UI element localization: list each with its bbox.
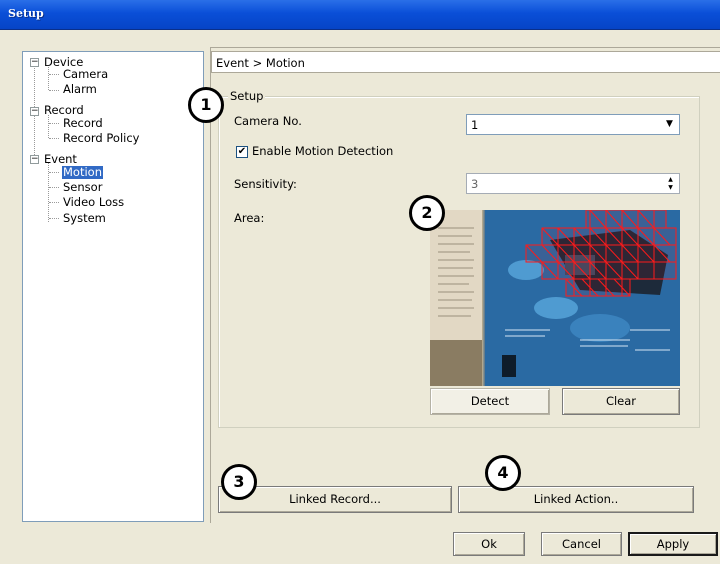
cancel-button[interactable]: Cancel — [541, 532, 622, 556]
ok-button-label: Ok — [481, 537, 497, 551]
tree-item-alarm[interactable]: Alarm — [63, 83, 97, 96]
tree-connector — [49, 202, 59, 203]
tree-item-camera[interactable]: Camera — [63, 68, 108, 81]
camera-no-label: Camera No. — [234, 114, 302, 128]
tree-connector — [49, 187, 59, 188]
clear-button[interactable]: Clear — [562, 388, 680, 415]
breadcrumb: Event > Motion — [211, 51, 720, 73]
tree-connector — [48, 67, 49, 90]
enable-motion-checkbox[interactable]: ✔ — [236, 146, 248, 158]
sensitivity-spinner[interactable]: 3 ▲ ▼ — [466, 173, 680, 194]
callout-2-badge: 2 — [409, 195, 445, 231]
tree-connector — [49, 123, 59, 124]
tree-connector — [48, 115, 49, 138]
sensitivity-value: 3 — [471, 177, 479, 191]
setup-window: Setup − Device Camera Alarm − Record Rec… — [0, 0, 720, 564]
camera-image — [430, 210, 680, 386]
tree-item-motion[interactable]: Motion — [62, 166, 103, 179]
callout-4-badge: 4 — [485, 455, 521, 491]
collapse-event-icon[interactable]: − — [30, 155, 39, 164]
linked-action-button[interactable]: Linked Action.. — [458, 486, 694, 513]
linked-action-label: Linked Action.. — [533, 492, 619, 506]
collapse-device-icon[interactable]: − — [30, 58, 39, 67]
camera-no-value: 1 — [471, 118, 479, 132]
tree-item-record-policy[interactable]: Record Policy — [63, 132, 139, 145]
sensitivity-label: Sensitivity: — [234, 177, 297, 191]
callout-3-badge: 3 — [221, 464, 257, 500]
title-bar[interactable]: Setup — [0, 0, 720, 30]
settings-tree[interactable]: − Device Camera Alarm − Record Record Re… — [22, 51, 204, 522]
tree-connector — [49, 138, 59, 139]
camera-no-dropdown[interactable]: 1 ▼ — [466, 114, 680, 135]
tree-item-record[interactable]: Record — [63, 117, 103, 130]
tree-item-sensor[interactable]: Sensor — [63, 181, 102, 194]
enable-motion-label[interactable]: Enable Motion Detection — [252, 144, 393, 158]
ok-button[interactable]: Ok — [453, 532, 525, 556]
collapse-record-icon[interactable]: − — [30, 107, 39, 116]
tree-connector — [49, 218, 59, 219]
window-title: Setup — [8, 7, 44, 20]
setup-group-label: Setup — [228, 89, 266, 103]
tree-connector — [49, 172, 59, 173]
breadcrumb-text: Event > Motion — [216, 56, 305, 70]
cancel-button-label: Cancel — [562, 537, 601, 551]
spin-down-icon[interactable]: ▼ — [663, 184, 678, 192]
detect-button[interactable]: Detect — [430, 388, 550, 415]
tree-connector — [49, 90, 59, 91]
area-label: Area: — [234, 211, 265, 225]
detect-button-label: Detect — [470, 394, 510, 408]
motion-area-preview[interactable] — [430, 210, 680, 386]
chevron-down-icon[interactable]: ▼ — [661, 116, 678, 133]
apply-button-label: Apply — [656, 537, 690, 551]
tree-item-video-loss[interactable]: Video Loss — [63, 196, 124, 209]
apply-button[interactable]: Apply — [628, 532, 718, 556]
tree-item-system[interactable]: System — [63, 212, 106, 225]
callout-1-badge: 1 — [188, 87, 224, 123]
clear-button-label: Clear — [605, 394, 637, 408]
spin-up-icon[interactable]: ▲ — [663, 176, 678, 184]
tree-connector — [49, 74, 59, 75]
tree-connector — [48, 162, 49, 222]
